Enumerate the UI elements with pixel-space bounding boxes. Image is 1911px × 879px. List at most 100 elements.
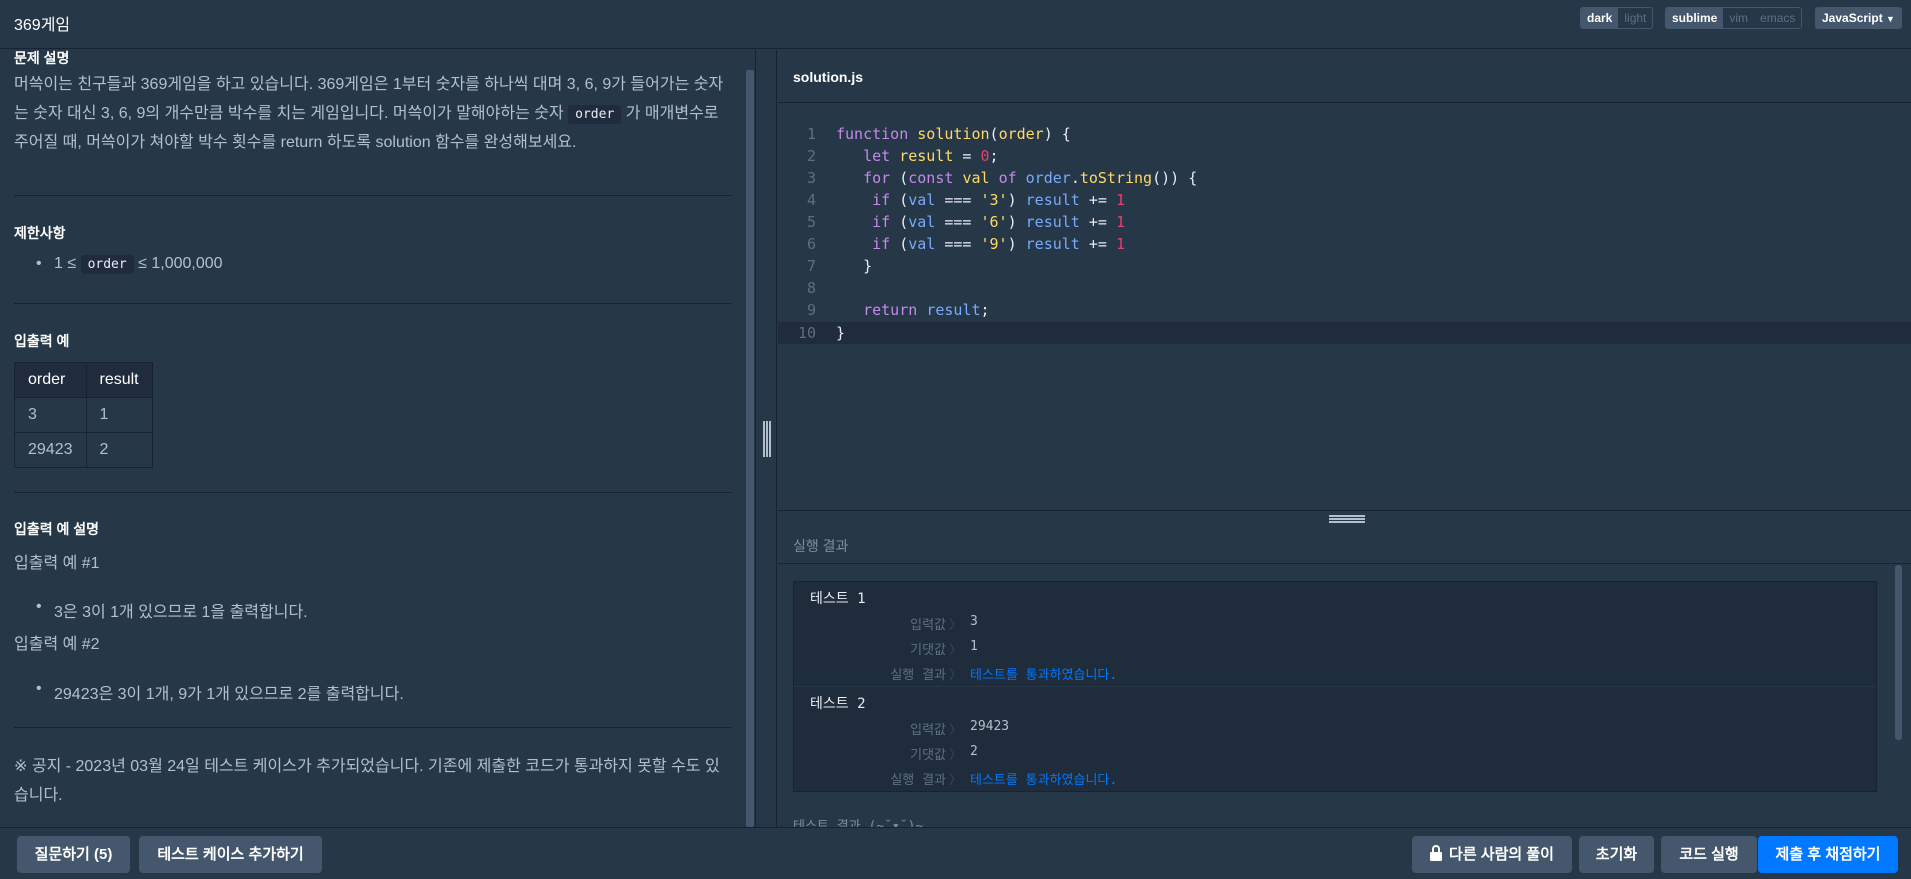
input-value: 29423 [970,719,1010,734]
table-row: 3 1 [14,397,153,433]
test-divider [794,686,1876,687]
editor-tab-bar: solution.js [778,50,1911,103]
code-text[interactable]: if (val === '3') result += 1 [836,189,1125,211]
code-text[interactable]: return result; [836,299,989,321]
test-expected-row: 기댓값 〉 2 [794,744,1876,764]
example-1-list: 3은 3이 1개 있으므로 1을 출력합니다. [14,598,731,622]
code-line[interactable]: 5 if (val === '6') result += 1 [778,211,1911,233]
reset-button[interactable]: 초기화 [1579,836,1654,873]
example-1-title: 입출력 예 #1 [14,555,100,572]
result-label: 실행 결과 [890,668,946,683]
table-cell: 2 [85,432,153,468]
theme-toggle[interactable]: dark light [1580,7,1654,29]
keymap-sublime-option[interactable]: sublime [1666,8,1724,28]
code-text[interactable]: if (val === '6') result += 1 [836,211,1125,233]
problem-scrollbar[interactable] [746,70,754,827]
description-line-2-b: 가 매개변수로 [621,105,719,122]
limits-list: 1 ≤ order ≤ 1,000,000 [14,255,731,274]
others-solutions-label: 다른 사람의 풀이 [1449,846,1554,863]
separator: 〉 [949,748,963,763]
limit-text-b: ≤ 1,000,000 [133,255,223,272]
table-cell: 29423 [14,432,87,468]
code-text[interactable]: } [836,255,872,277]
table-header: result [85,362,153,398]
order-code: order [568,105,622,124]
result-label: 실행 결과 [890,773,946,788]
keymap-emacs-option[interactable]: emacs [1754,8,1802,28]
code-line[interactable]: 7 } [778,255,1911,277]
code-line[interactable]: 6 if (val === '9') result += 1 [778,233,1911,255]
description-line-2-a: 는 숫자 대신 3, 6, 9의 개수만큼 박수를 치는 게임입니다. 머쓱이가… [14,105,569,122]
code-line-active[interactable]: 10} [778,322,1911,344]
result-value: 테스트를 통과하였습니다. [970,773,1118,788]
description-heading: 문제 설명 [14,50,70,66]
line-number: 10 [797,324,816,342]
add-testcase-button[interactable]: 테스트 케이스 추가하기 [139,836,322,873]
code-line[interactable]: 1 function solution(order) { [778,123,1911,145]
code-text[interactable]: } [836,322,845,344]
code-line[interactable]: 4 if (val === '3') result += 1 [778,189,1911,211]
example-2-title: 입출력 예 #2 [14,636,100,653]
code-text[interactable]: for (const val of order.toString()) { [836,167,1197,189]
list-item: 3은 3이 1개 있으므로 1을 출력합니다. [14,598,731,622]
line-number: 5 [806,213,816,231]
limits-heading: 제한사항 [14,225,66,241]
bottom-bar: 질문하기 (5) 테스트 케이스 추가하기 다른 사람의 풀이 초기화 코드 실… [0,827,1911,879]
page-title: 369게임 [14,17,71,34]
line-number: 6 [806,235,816,253]
code-text[interactable]: if (val === '9') result += 1 [836,233,1125,255]
test-case-name: 테스트 1 [810,591,866,607]
separator: 〉 [949,723,963,738]
code-text[interactable]: let result = 0; [836,145,998,167]
language-select[interactable]: JavaScript ▼ [1815,7,1902,29]
separator: 〉 [949,618,963,633]
separator: 〉 [949,643,963,658]
example-2-list: 29423은 3이 1개, 9가 1개 있으므로 2를 출력합니다. [14,680,731,704]
horizontal-drag-handle-icon[interactable] [1329,515,1365,523]
code-text[interactable]: function solution(order) { [836,123,1071,145]
line-number: 7 [806,257,816,275]
notice-line-2: 습니다. [14,787,63,804]
table-cell: 3 [14,397,87,433]
test-input-row: 입력값 〉 29423 [794,719,1876,739]
top-header: 369게임 dark light sublime vim emacs JavaS… [0,0,1911,49]
separator: 〉 [949,668,963,683]
divider [14,303,731,304]
divider [14,492,731,493]
keymap-toggle[interactable]: sublime vim emacs [1665,7,1803,29]
input-label: 입력값 [910,618,946,633]
test-case: 테스트 2 입력값 〉 29423 기댓값 〉 2 실행 결과 〉 테스트를 통과하였습니다… [794,693,1876,793]
theme-dark-option[interactable]: dark [1581,8,1619,28]
line-number: 4 [806,191,816,209]
others-solutions-button[interactable]: 다른 사람의 풀이 [1412,836,1572,873]
description-line-2: 는 숫자 대신 3, 6, 9의 개수만큼 박수를 치는 게임입니다. 머쓱이가… [14,99,719,129]
expected-value: 1 [970,639,978,654]
test-expected-row: 기댓값 〉 1 [794,639,1876,659]
theme-light-option[interactable]: light [1618,8,1653,28]
drag-handle-icon[interactable] [763,421,771,457]
line-number: 3 [806,169,816,187]
limit-item: 1 ≤ order ≤ 1,000,000 [14,255,731,274]
io-heading: 입출력 예 [14,333,70,349]
test-case-name: 테스트 2 [810,696,866,712]
language-label: JavaScript [1822,11,1883,25]
result-header: 실행 결과 [778,510,1911,564]
submit-button[interactable]: 제출 후 채점하기 [1758,836,1898,873]
keymap-vim-option[interactable]: vim [1723,8,1755,28]
code-line[interactable]: 3 for (const val of order.toString()) { [778,167,1911,189]
run-code-button[interactable]: 코드 실행 [1661,836,1757,873]
lock-icon [1430,845,1443,861]
separator: 〉 [949,773,963,788]
code-editor[interactable]: 1 function solution(order) { 2 let result… [778,104,1911,510]
line-number: 1 [806,125,816,143]
test-case: 테스트 1 입력값 〉 3 기댓값 〉 1 실행 결과 〉 테스트를 통과하였습니다. [794,588,1876,692]
result-scrollbar[interactable] [1895,565,1902,740]
line-number: 8 [806,279,816,297]
test-input-row: 입력값 〉 3 [794,614,1876,634]
code-line[interactable]: 2 let result = 0; [778,145,1911,167]
code-line[interactable]: 9 return result; [778,299,1911,321]
ask-question-button[interactable]: 질문하기 (5) [17,836,130,873]
code-line[interactable]: 8 [778,277,1911,299]
notice-line-1: ※ 공지 - 2023년 03월 24일 테스트 케이스가 추가되었습니다. 기… [14,758,720,775]
line-number: 2 [806,147,816,165]
